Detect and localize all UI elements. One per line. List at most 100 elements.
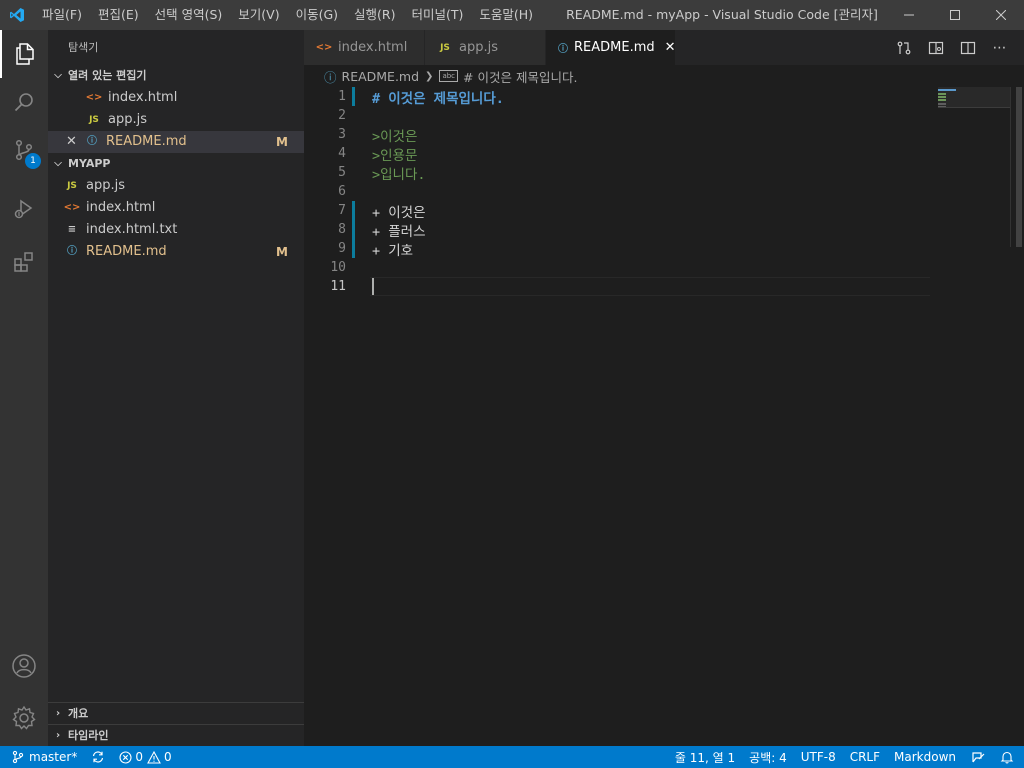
project-label: MYAPP	[68, 157, 111, 170]
sidebar-title: 탐색기	[68, 41, 99, 54]
editor-line: 7 + 이것은	[304, 201, 928, 221]
info-icon: ⓘ	[558, 44, 568, 55]
error-icon	[119, 750, 132, 764]
open-editor-label: index.html	[108, 90, 178, 105]
minimap-slider[interactable]	[938, 87, 1010, 108]
maximize-button[interactable]	[932, 0, 978, 30]
sync-button[interactable]	[84, 746, 112, 768]
info-icon: ⓘ	[324, 69, 337, 85]
js-icon: JS	[440, 42, 450, 53]
menu-run[interactable]: 실행(R)	[346, 0, 403, 30]
tab-readme-md[interactable]: ⓘ README.md ✕	[546, 30, 676, 65]
problems-status[interactable]: 0 0	[112, 746, 178, 768]
gear-icon	[12, 705, 36, 730]
file-label: app.js	[86, 178, 125, 193]
line-text: # 이것은 제목입니다.	[372, 90, 504, 107]
close-editor-icon[interactable]: ✕	[66, 131, 80, 153]
outline-header[interactable]: › 개요	[48, 702, 304, 724]
menu-file[interactable]: 파일(F)	[34, 0, 90, 30]
maximize-icon	[950, 10, 960, 20]
line-number: 10	[330, 260, 346, 275]
line-number: 9	[338, 241, 346, 256]
minimize-button[interactable]	[886, 0, 932, 30]
extensions-activity[interactable]	[0, 238, 48, 286]
open-changes-icon	[897, 41, 911, 54]
window-title: README.md - myApp - Visual Studio Code […	[566, 7, 878, 22]
gutter-modified-indicator	[352, 220, 355, 239]
manage-activity[interactable]	[0, 694, 48, 742]
close-tab-icon[interactable]: ✕	[665, 40, 676, 55]
vertical-scrollbar[interactable]	[1010, 87, 1024, 247]
menu-terminal[interactable]: 터미널(T)	[404, 0, 472, 30]
file-tree-item[interactable]: ≡ index.html.txt	[48, 219, 304, 241]
feedback-button[interactable]	[963, 746, 993, 768]
branch-status[interactable]: master*	[0, 746, 84, 768]
gutter-modified-indicator	[352, 87, 355, 106]
vscode-logo-icon	[0, 0, 34, 30]
eol-status[interactable]: CRLF	[843, 746, 887, 768]
project-header[interactable]: ⌵ MYAPP	[48, 153, 304, 175]
editor-actions: ⋯	[888, 30, 1016, 65]
tab-index-html[interactable]: <> index.html	[304, 30, 425, 65]
encoding-status[interactable]: UTF-8	[794, 746, 843, 768]
bell-icon	[1000, 751, 1014, 764]
open-editors-header[interactable]: ⌵ 열려 있는 편집기	[48, 65, 304, 87]
explorer-activity[interactable]	[0, 30, 48, 78]
chevron-down-icon: ⌵	[54, 158, 62, 169]
breadcrumb-symbol[interactable]: # 이것은 제목입니다.	[463, 67, 577, 86]
open-editor-label: app.js	[108, 112, 147, 127]
notifications-button[interactable]	[993, 746, 1024, 768]
cursor-position[interactable]: 줄 11, 열 1	[668, 746, 742, 768]
menu-selection[interactable]: 선택 영역(S)	[147, 0, 231, 30]
file-tree-item[interactable]: JS app.js	[48, 175, 304, 197]
file-tree-item[interactable]: ⓘ README.md M	[48, 241, 304, 263]
file-tree-item[interactable]: <> index.html	[48, 197, 304, 219]
more-actions-button[interactable]: ⋯	[984, 30, 1016, 65]
git-modified-badge: M	[276, 245, 288, 259]
open-editors-label: 열려 있는 편집기	[68, 69, 147, 82]
open-editor-item[interactable]: <> index.html	[48, 87, 304, 109]
line-text: >인용문	[372, 147, 418, 164]
open-editor-item[interactable]: JS app.js	[48, 109, 304, 131]
menu-edit[interactable]: 편집(E)	[90, 0, 147, 30]
split-editor-button[interactable]	[952, 30, 984, 65]
gutter-modified-indicator	[352, 239, 355, 258]
git-branch-icon	[12, 750, 24, 764]
close-window-button[interactable]	[978, 0, 1024, 30]
line-number: 3	[338, 127, 346, 142]
search-activity[interactable]	[0, 78, 48, 126]
js-icon: JS	[67, 181, 77, 191]
menu-help[interactable]: 도움말(H)	[471, 0, 541, 30]
extensions-icon	[14, 252, 33, 272]
line-number: 5	[338, 165, 346, 180]
menu-view[interactable]: 보기(V)	[230, 0, 287, 30]
timeline-header[interactable]: › 타임라인	[48, 724, 304, 746]
breadcrumb-file[interactable]: README.md	[342, 69, 420, 84]
minimap[interactable]	[936, 87, 1014, 746]
open-editor-item-active[interactable]: ✕ ⓘ README.md M	[48, 131, 304, 153]
line-text: + 이것은	[372, 204, 426, 221]
menu-go[interactable]: 이동(G)	[288, 0, 346, 30]
source-control-activity[interactable]: 1	[0, 126, 48, 174]
indentation-status[interactable]: 공백: 4	[742, 746, 794, 768]
editor-line: 2	[304, 106, 928, 125]
text-cursor	[372, 278, 374, 295]
warning-count: 0	[163, 750, 172, 764]
tab-app-js[interactable]: JS app.js	[425, 30, 546, 65]
files-icon	[16, 43, 34, 65]
open-preview-button[interactable]	[920, 30, 952, 65]
open-changes-button[interactable]	[888, 30, 920, 65]
editor-line: 8 + 플러스	[304, 220, 928, 240]
string-symbol-icon: abc	[439, 70, 459, 82]
branch-name: master*	[29, 750, 78, 764]
scrollbar-thumb[interactable]	[1016, 87, 1022, 247]
run-debug-activity[interactable]	[0, 185, 48, 233]
window-controls	[886, 0, 1024, 30]
code-editor[interactable]: 1 # 이것은 제목입니다. 2 3 >이것은 4 >인용문 5 >입니다. 6…	[304, 87, 1024, 746]
editor-line: 10	[304, 258, 928, 277]
accounts-activity[interactable]	[0, 642, 48, 690]
gutter-modified-indicator	[352, 201, 355, 220]
language-mode[interactable]: Markdown	[887, 746, 963, 768]
line-number: 11	[330, 279, 346, 294]
warning-icon	[147, 750, 161, 764]
